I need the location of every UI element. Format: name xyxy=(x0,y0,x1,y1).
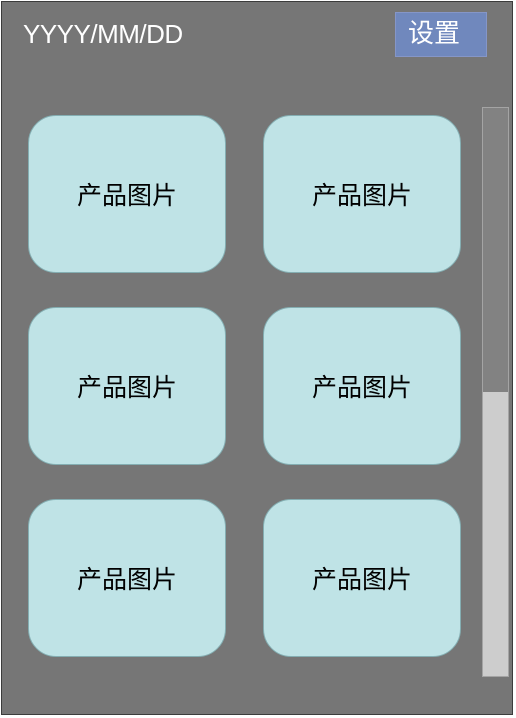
scrollbar-track[interactable] xyxy=(482,107,509,677)
product-card[interactable]: 产品图片 xyxy=(263,499,461,657)
product-card[interactable]: 产品图片 xyxy=(28,499,226,657)
settings-button[interactable]: 设置 xyxy=(395,12,487,57)
date-label: YYYY/MM/DD xyxy=(23,19,183,49)
product-card[interactable]: 产品图片 xyxy=(263,307,461,465)
product-card[interactable]: 产品图片 xyxy=(28,307,226,465)
scrollbar-thumb[interactable] xyxy=(483,392,508,676)
product-card[interactable]: 产品图片 xyxy=(263,115,461,273)
product-card[interactable]: 产品图片 xyxy=(28,115,226,273)
app-screen: YYYY/MM/DD 设置 产品图片 产品图片 产品图片 产品图片 产品图片 产… xyxy=(1,1,513,715)
